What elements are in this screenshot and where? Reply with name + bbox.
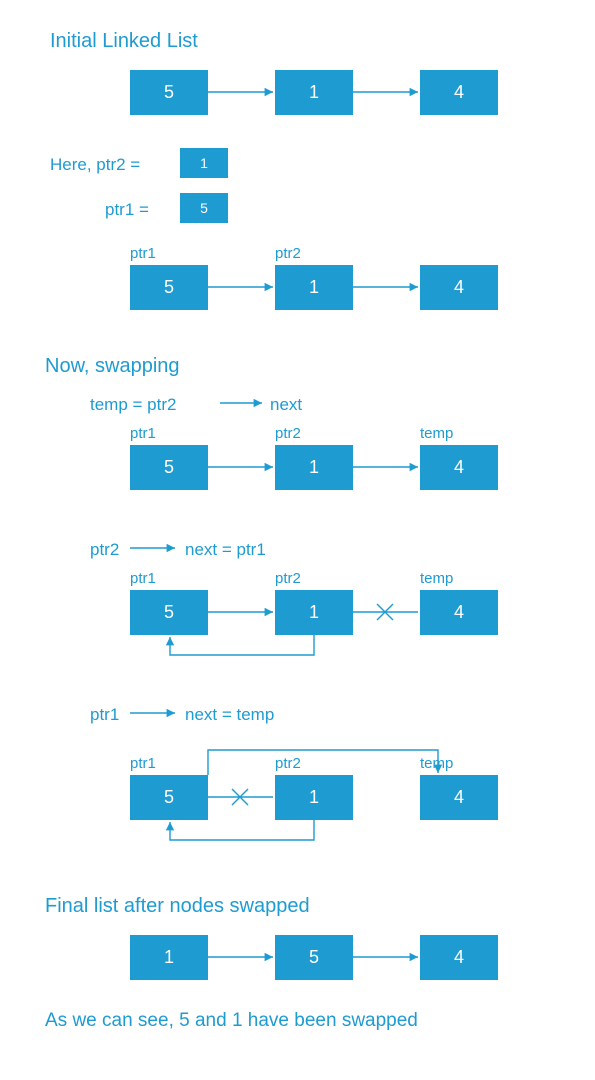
node-row2-1: 5 <box>130 265 208 310</box>
label-row2-ptr2: ptr2 <box>275 245 301 262</box>
heading-initial: Initial Linked List <box>50 30 198 53</box>
assign-ptr1: ptr1 = <box>105 200 149 220</box>
assign-temp-rhs: next <box>270 395 302 415</box>
node-row5-1: 5 <box>130 775 208 820</box>
assign-ptr1next-rhs: next = temp <box>185 705 274 725</box>
node-initial-1: 5 <box>130 70 208 115</box>
node-final-1: 1 <box>130 935 208 980</box>
label-row5-temp: temp <box>420 755 453 772</box>
assign-ptr2next-rhs: next = ptr1 <box>185 540 266 560</box>
label-row4-temp: temp <box>420 570 453 587</box>
label-row2-ptr1: ptr1 <box>130 245 156 262</box>
node-small-ptr1: 5 <box>180 193 228 223</box>
cross-row5-a <box>232 789 248 805</box>
node-row2-3: 4 <box>420 265 498 310</box>
arrow-row5-back <box>170 820 314 840</box>
node-row5-3: 4 <box>420 775 498 820</box>
heading-swapping: Now, swapping <box>45 355 180 378</box>
node-row4-3: 4 <box>420 590 498 635</box>
node-initial-3: 4 <box>420 70 498 115</box>
cross-row5-b <box>232 789 248 805</box>
assign-ptr2next-lhs: ptr2 <box>90 540 119 560</box>
node-row4-2: 1 <box>275 590 353 635</box>
node-row5-2: 1 <box>275 775 353 820</box>
node-row2-2: 1 <box>275 265 353 310</box>
label-row3-temp: temp <box>420 425 453 442</box>
node-row3-3: 4 <box>420 445 498 490</box>
label-row5-ptr1: ptr1 <box>130 755 156 772</box>
assign-ptr1next-lhs: ptr1 <box>90 705 119 725</box>
node-row3-2: 1 <box>275 445 353 490</box>
arrow-row4-back <box>170 635 314 655</box>
label-row5-ptr2: ptr2 <box>275 755 301 772</box>
label-row4-ptr2: ptr2 <box>275 570 301 587</box>
arrow-row5-over <box>208 750 438 775</box>
node-small-ptr2: 1 <box>180 148 228 178</box>
node-final-2: 5 <box>275 935 353 980</box>
heading-final: Final list after nodes swapped <box>45 895 310 918</box>
cross-row4-a <box>377 604 393 620</box>
assign-temp-lhs: temp = ptr2 <box>90 395 176 415</box>
label-row3-ptr2: ptr2 <box>275 425 301 442</box>
assign-here-ptr2: Here, ptr2 = <box>50 155 140 175</box>
node-final-3: 4 <box>420 935 498 980</box>
node-initial-2: 1 <box>275 70 353 115</box>
node-row4-1: 5 <box>130 590 208 635</box>
cross-row4-b <box>377 604 393 620</box>
label-row3-ptr1: ptr1 <box>130 425 156 442</box>
node-row3-1: 5 <box>130 445 208 490</box>
label-row4-ptr1: ptr1 <box>130 570 156 587</box>
conclusion-text: As we can see, 5 and 1 have been swapped <box>45 1010 418 1032</box>
